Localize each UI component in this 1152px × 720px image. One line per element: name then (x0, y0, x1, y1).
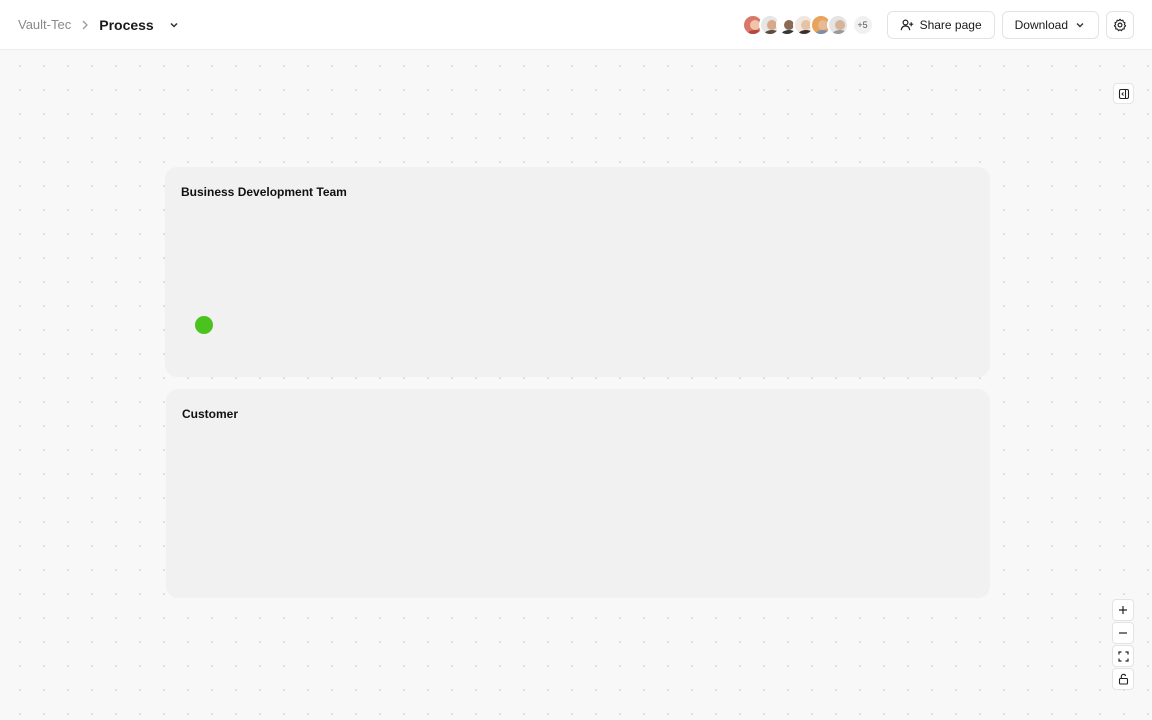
swimlane-business-development[interactable]: Business Development Team (165, 167, 990, 377)
top-bar: Vault-Tec Process +5 Share page Download (0, 0, 1152, 50)
fit-screen-icon (1117, 650, 1129, 662)
sidebar-toggle-button[interactable] (1113, 83, 1134, 104)
avatar-6[interactable] (826, 13, 849, 36)
sidebar-panel-icon (1118, 88, 1130, 100)
download-label: Download (1014, 17, 1068, 32)
swimlane-customer[interactable]: Customer (166, 389, 990, 598)
collaborator-avatars[interactable] (741, 13, 849, 36)
fit-view-button[interactable] (1112, 645, 1134, 667)
minus-icon (1118, 628, 1128, 638)
swimlane-title: Business Development Team (181, 185, 347, 199)
unlock-icon (1118, 673, 1129, 685)
zoom-in-button[interactable] (1112, 599, 1134, 621)
zoom-out-button[interactable] (1112, 622, 1134, 644)
chevron-down-icon (1074, 19, 1086, 31)
breadcrumb: Vault-Tec Process (18, 17, 180, 33)
avatar-face (834, 19, 845, 30)
share-page-button[interactable]: Share page (886, 10, 995, 39)
download-button[interactable]: Download (1001, 10, 1099, 39)
add-user-icon (900, 18, 914, 32)
avatar-shoulders (830, 29, 847, 34)
gear-icon (1113, 18, 1127, 32)
breadcrumb-parent[interactable]: Vault-Tec (18, 17, 71, 32)
settings-button[interactable] (1106, 10, 1134, 39)
lock-canvas-button[interactable] (1112, 668, 1134, 690)
page-title: Process (99, 16, 154, 33)
plus-icon (1118, 605, 1128, 615)
chevron-right-icon (81, 20, 89, 30)
share-page-label: Share page (919, 17, 982, 32)
start-event-node[interactable] (195, 316, 213, 334)
more-collaborators-badge[interactable]: +5 (851, 13, 874, 36)
swimlane-title: Customer (182, 407, 239, 421)
zoom-controls (1112, 599, 1134, 690)
chevron-down-icon[interactable] (168, 19, 180, 31)
